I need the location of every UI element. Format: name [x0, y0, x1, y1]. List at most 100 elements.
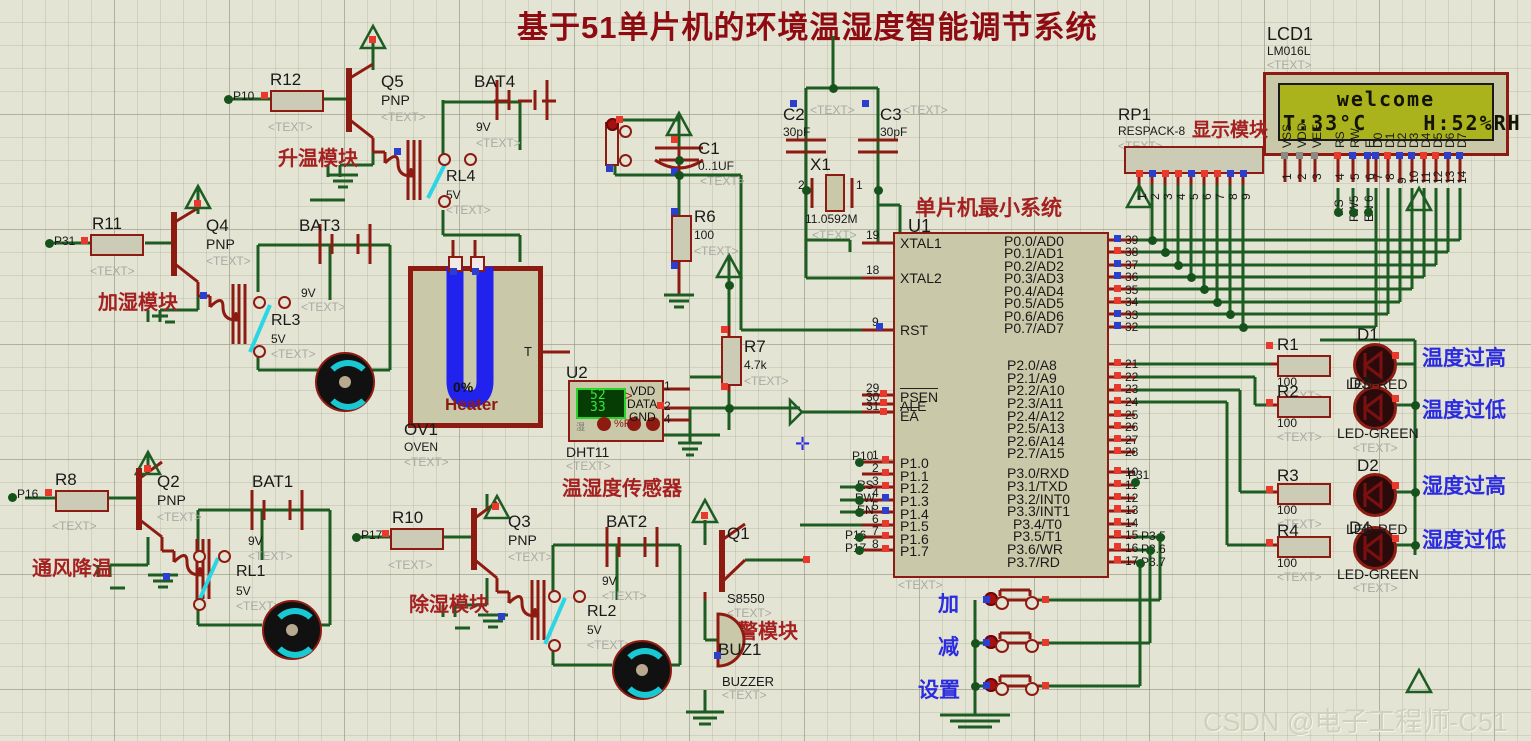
respack-pinnum-2: 2 [1148, 193, 1162, 200]
q1-pad-collector [803, 556, 810, 563]
lcd-net-dot-rs [1334, 208, 1343, 217]
lcd-pin-vee: VEE [1310, 123, 1324, 148]
bat2-text-placeholder: <TEXT> [602, 589, 647, 603]
mcu-pad-28 [1114, 447, 1121, 454]
q3-model: PNP [508, 532, 537, 548]
mcu-pad-p10 [882, 456, 889, 463]
mcu-pad-p15 [882, 520, 889, 527]
mcu-pad-33 [1114, 310, 1121, 317]
rl1-value: 5V [236, 584, 251, 598]
bus-dot-35 [1200, 285, 1209, 294]
lcd-pin-vdd: VDD [1295, 122, 1309, 148]
q4-ref: Q4 [206, 216, 229, 235]
lcd-pin-rs: RS [1333, 131, 1347, 148]
lcd-net-dot-en [1364, 208, 1373, 217]
lcd-pad-12 [1432, 152, 1439, 159]
dht11-temp-value: 33 [590, 400, 606, 415]
mcu-pad-p12 [882, 482, 889, 489]
humidifier-motor [315, 352, 375, 412]
lcd-text-placeholder: <TEXT> [1267, 58, 1312, 72]
mcu-pin-p37: P3.7/RD [1007, 554, 1060, 570]
display-module-caption: 显示模块 [1192, 120, 1269, 141]
r7-vcc-dot [725, 281, 734, 290]
r12-ref: R12 [270, 70, 302, 89]
mcu-pinnum-32: 32 [1125, 320, 1139, 334]
lcd-pad-11 [1420, 152, 1427, 159]
lcd-pad-2 [1296, 152, 1303, 159]
respack-ref: RP1 [1118, 105, 1152, 124]
mcu-pad-23 [1114, 384, 1121, 391]
dht11-pinnum-2: 2 [664, 399, 671, 413]
dht11-knob-1-icon[interactable] [597, 417, 611, 431]
mcu-pin-p27: P2.7/A15 [1007, 445, 1065, 461]
q2-text-placeholder: <TEXT> [157, 510, 202, 524]
mcu-pad-10 [1114, 467, 1121, 474]
led-d2 [1353, 473, 1397, 517]
c2-text-placeholder: <TEXT> [810, 103, 855, 117]
mcu-pinnum-15: 15 [1125, 528, 1139, 542]
q5-base-bar [346, 68, 352, 132]
oven-pad-left [450, 268, 457, 275]
mcu-pad-25 [1114, 410, 1121, 417]
r10-ref: R10 [392, 508, 424, 527]
respack-model: RESPACK-8 [1118, 124, 1186, 138]
lcd-pinnum-14: 14 [1455, 170, 1469, 184]
c1-junction-top [675, 156, 684, 165]
lcd-pinnum-5: 5 [1348, 173, 1362, 180]
c3-ref: C3 [880, 105, 902, 124]
r4-pad [1266, 539, 1273, 546]
x1-value: 11.0592M [805, 212, 858, 226]
lcd-pad-10 [1408, 152, 1415, 159]
indicator-hum-low: 湿度过低 [1422, 529, 1506, 552]
buzzer-ref: BUZ1 [718, 640, 762, 659]
x1-pin1: 1 [856, 178, 863, 192]
mcu-dot-p37 [1136, 559, 1145, 568]
r10-net: P17 [361, 528, 383, 542]
q2-model: PNP [157, 492, 186, 508]
rl4-contact-no [438, 153, 451, 166]
lcd-pad-9 [1396, 152, 1403, 159]
mcu-pinnum-16: 16 [1125, 541, 1139, 555]
pushbutton-set-pad-r [1042, 682, 1049, 689]
led-d1-pad [1392, 352, 1399, 359]
r12-net: P10 [233, 89, 255, 103]
humidify-caption: 加湿模块 [98, 292, 178, 314]
led-d2-pad [1392, 482, 1399, 489]
pushbutton-plus-term-r [1025, 596, 1039, 610]
r6-text-placeholder: <TEXT> [694, 244, 739, 258]
oven-model: OVEN [404, 440, 439, 454]
rl3-contact-com [253, 345, 266, 358]
mcu-pad-21 [1114, 359, 1121, 366]
lcd-pad-1 [1281, 152, 1288, 159]
d3-ref: D3 [1349, 374, 1371, 393]
dht11-small-label: 湿 [576, 422, 586, 432]
r7-text-placeholder: <TEXT> [744, 374, 789, 388]
lcd-pad-3 [1311, 152, 1318, 159]
bus-dot-36 [1187, 273, 1196, 282]
pushbutton-minus-term-l [995, 639, 1009, 653]
r6-value: 100 [694, 228, 715, 242]
lcd-pin-rw: RW [1348, 128, 1362, 148]
x1-dot-left [802, 186, 811, 195]
dht11-text-placeholder: <TEXT> [566, 459, 611, 473]
lcd-ref: LCD1 [1267, 24, 1314, 44]
mcu-dot-p16 [855, 533, 864, 542]
lcd-pinnum-1: 1 [1280, 173, 1294, 180]
button-rail-dot-1 [971, 639, 980, 648]
rl2-coil-pad [498, 613, 505, 620]
respack-pad-3 [1162, 170, 1169, 177]
bus-dot-32 [1239, 323, 1248, 332]
c3-value: 30pF [880, 125, 908, 139]
pushbutton-plus-term-l [995, 596, 1009, 610]
vcc-dot-top [829, 84, 838, 93]
indicator-hum-high: 湿度过高 [1422, 475, 1506, 498]
mcu-pinnum-8: 8 [872, 537, 879, 551]
rl3-coil-pad [200, 292, 207, 299]
c2-ref: C2 [783, 105, 805, 124]
mcu-pad-37 [1114, 260, 1121, 267]
mcu-pinnum-13: 13 [1125, 503, 1139, 517]
bat4-ref: BAT4 [474, 72, 516, 91]
r12-net-dot [224, 95, 233, 104]
lcd-pad-7 [1372, 152, 1379, 159]
d4-model: LED-GREEN [1337, 566, 1419, 582]
